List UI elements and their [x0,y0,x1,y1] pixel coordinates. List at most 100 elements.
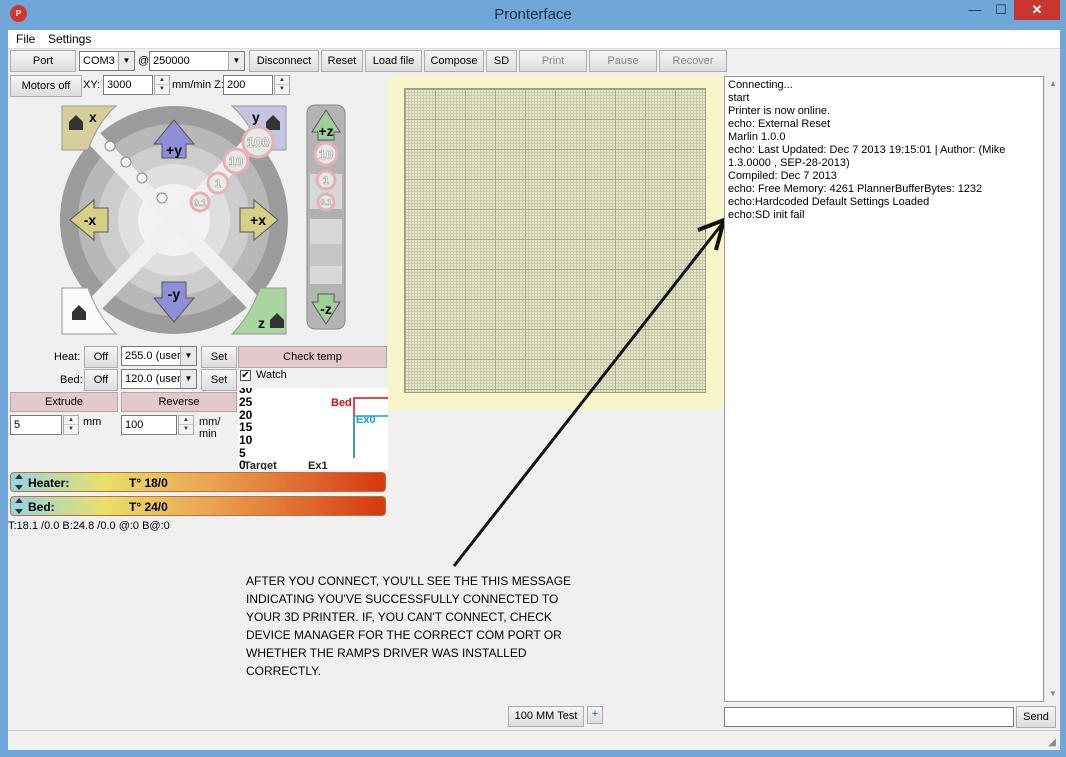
plus-x-label: +x [250,212,266,228]
extrude-button[interactable]: Extrude [10,392,118,412]
xy-speed-spinner[interactable]: ▲ ▼ [154,75,170,95]
watch-label: Watch [256,369,287,381]
macro-100mm-test-button[interactable]: 100 MM Test [508,706,584,727]
minus-z-label: -z [320,301,332,317]
extrude-speed-spinner[interactable]: ▲ ▼ [178,415,194,435]
z-speed-label: mm/min Z: [172,79,224,91]
pause-button[interactable]: Pause [589,50,657,72]
heat-temp-select[interactable]: 255.0 (user ▼ [121,346,197,366]
log-line: echo: External Reset [728,118,831,130]
minus-x-label: -x [84,212,97,228]
plus-y-label: +y [166,142,182,158]
title-bar: P Pronterface — ☐ ✕ [0,0,1066,29]
heat-off-button[interactable]: Off [84,346,118,368]
z-step-0-1-button[interactable]: 0.1 [316,192,336,212]
motors-off-button[interactable]: Motors off [10,75,82,97]
z-speed-spinner[interactable]: ▲ ▼ [274,75,290,95]
current-marker-icon [15,509,23,514]
xy-jog-control[interactable]: x y z +y -y -x +x 100 10 1 0.1 [58,102,290,338]
annotation-line: device manager for the correct COM port … [246,628,562,642]
com-port-select[interactable]: COM3 ▼ [79,51,135,71]
log-line: echo: Free Memory: 4261 PlannerBufferByt… [728,183,983,195]
menu-file[interactable]: File [16,32,35,46]
minimize-button[interactable]: — [962,0,988,20]
xy-speed-input[interactable]: 3000 [103,75,153,95]
maximize-button[interactable]: ☐ [988,0,1014,20]
log-line: 1.3.0000 , SEP-28-2013) [728,157,850,169]
z-step-10-label: 10 [319,147,333,162]
load-file-button[interactable]: Load file [365,50,422,72]
heater-gauge-value: T° 18/0 [129,476,168,490]
step-1-button[interactable]: 1 [206,171,230,195]
xy-speed-label: XY: [83,79,101,91]
step-10-button[interactable]: 10 [222,147,250,175]
z-jog-control[interactable]: +z 10 1 0.1 -z [306,104,346,330]
bed-off-button[interactable]: Off [84,369,118,391]
z-step-10-button[interactable]: 10 [313,141,339,167]
send-button[interactable]: Send [1016,706,1056,728]
heater-gauge: Heater: T° 18/0 [10,472,386,492]
step-10-label: 10 [229,154,243,169]
annotation-note: After you connect, you'll see the this m… [246,572,586,680]
z-speed-input[interactable]: 200 [223,75,273,95]
step-100-label: 100 [246,134,270,150]
extrude-speed-input[interactable]: 100 [121,415,177,435]
port-button[interactable]: Port [10,50,76,72]
extrude-amount-spinner[interactable]: ▲ ▼ [63,415,79,435]
reverse-button[interactable]: Reverse [121,392,237,412]
chevron-down-icon: ▼ [180,347,196,365]
annotation-arrow [452,216,727,567]
log-line: Compiled: Dec 7 2013 [728,170,837,182]
annotation-line: your 3D printer. If, you can't connect, … [246,610,552,624]
bed-temp-select[interactable]: 120.0 (user ▼ [121,369,197,389]
chevron-down-icon: ▼ [228,52,244,70]
z-step-0-1-label: 0.1 [320,198,332,207]
sd-button[interactable]: SD [486,50,517,72]
log-line: Connecting... [728,79,793,91]
log-line: echo:SD init fail [728,209,805,221]
disconnect-button[interactable]: Disconnect [249,50,319,72]
temperature-graph: 30 25 20 15 10 5 0 Bed Ex0 Target Ex1 [238,388,388,470]
temperature-status-line: T:18.1 /0.0 B:24.8 /0.0 @:0 B@:0 [8,520,170,532]
graph-bed-label: Bed [331,397,352,409]
plus-z-label: +z [318,123,333,139]
recover-button[interactable]: Recover [659,50,727,72]
scroll-up-icon[interactable]: ▲ [1045,76,1061,92]
baud-value: 250000 [153,55,190,67]
annotation-line: correctly. [246,664,321,678]
step-0-1-label: 0.1 [194,198,207,208]
z-step-1-button[interactable]: 1 [315,169,337,191]
log-line: start [728,92,750,104]
step-0-1-button[interactable]: 0.1 [189,191,211,213]
resize-grip-icon[interactable]: ◢ [1048,737,1056,748]
menu-settings[interactable]: Settings [48,32,91,46]
reset-button[interactable]: Reset [321,50,363,72]
graph-y-tick: 25 [239,395,253,409]
menu-bar: File Settings [8,30,1060,49]
compose-button[interactable]: Compose [424,50,484,72]
print-button[interactable]: Print [519,50,587,72]
console-scrollbar[interactable]: ▲ ▼ [1044,76,1060,702]
heat-set-button[interactable]: Set [201,346,237,368]
add-macro-button[interactable]: + [587,706,603,724]
graph-ex1-label: Ex1 [308,460,328,470]
at-label: @ [138,55,150,67]
heat-temp-value: 255.0 (user [125,350,181,362]
client-area: File Settings Port COM3 ▼ @ 250000 ▼ Dis… [8,30,1060,750]
extrude-amount-input[interactable]: 5 [10,415,62,435]
scroll-down-icon[interactable]: ▼ [1045,686,1061,702]
check-temp-button[interactable]: Check temp [238,346,387,368]
close-button[interactable]: ✕ [1014,0,1060,20]
watch-checkbox[interactable]: ✔ [240,370,251,381]
bed-set-button[interactable]: Set [201,369,237,391]
baud-select[interactable]: 250000 ▼ [149,51,245,71]
com-port-value: COM3 [83,55,115,67]
step-100-button[interactable]: 100 [241,125,275,159]
home-y-label: y [252,109,260,125]
graph-y-tick: 10 [239,433,253,447]
z-step-1-label: 1 [323,175,329,187]
target-marker-icon [15,498,23,503]
console-log[interactable]: Connecting... start Printer is now onlin… [724,76,1044,702]
bed-label: Bed: [60,374,83,386]
command-input[interactable] [724,707,1014,727]
